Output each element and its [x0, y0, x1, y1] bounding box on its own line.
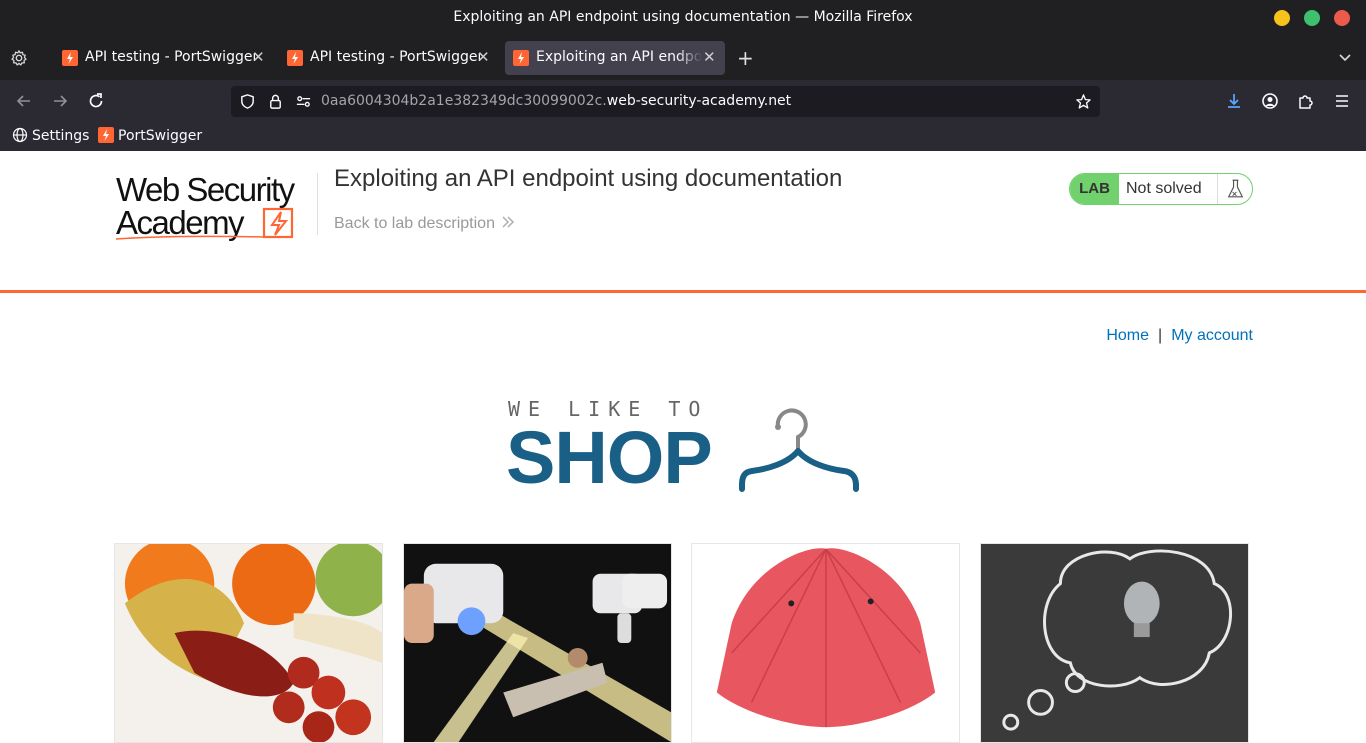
lab-badge: LAB: [1070, 174, 1119, 204]
downloads-icon[interactable]: [1224, 91, 1244, 111]
product-photo: [404, 544, 671, 742]
tab-bar: API testing - PortSwigger ✕ API testing …: [0, 36, 1366, 80]
bookmark-star-icon[interactable]: [1075, 93, 1092, 110]
url-text[interactable]: 0aa6004304b2a1e382349dc30099002c.web-sec…: [321, 93, 791, 109]
bookmark-label: Settings: [32, 128, 90, 144]
lab-title: Exploiting an API endpoint using documen…: [334, 165, 843, 192]
menu-icon[interactable]: [1332, 91, 1352, 111]
product-grid: [114, 543, 1254, 743]
close-tab-icon[interactable]: ✕: [252, 48, 265, 66]
tab-label: API testing - PortSwigger: [85, 49, 255, 65]
close-tab-icon[interactable]: ✕: [703, 48, 716, 66]
forward-arrow-icon[interactable]: [50, 91, 70, 111]
account-icon[interactable]: [1260, 91, 1280, 111]
portswigger-favicon-icon: [62, 50, 78, 66]
nav-separator: |: [1158, 327, 1163, 344]
tab-label: Exploiting an API endpoint using documen…: [536, 49, 702, 65]
url-domain: web-security-academy.net: [606, 93, 792, 109]
bookmarks-toolbar: Settings PortSwigger: [0, 122, 1366, 151]
permissions-icon[interactable]: [295, 93, 312, 110]
home-link[interactable]: Home: [1106, 327, 1149, 344]
product-photo: [981, 544, 1248, 742]
window-title: Exploiting an API endpoint using documen…: [453, 9, 913, 25]
url-prefix: 0aa6004304b2a1e382349dc30099002c.: [321, 93, 607, 109]
chevron-down-icon[interactable]: [1337, 49, 1353, 65]
product-photo: [692, 544, 959, 742]
my-account-link[interactable]: My account: [1171, 327, 1253, 344]
window-titlebar: Exploiting an API endpoint using documen…: [0, 0, 1366, 36]
lock-icon[interactable]: [267, 93, 284, 110]
reload-icon[interactable]: [86, 91, 106, 111]
tab-exploiting-api[interactable]: Exploiting an API endpoint using documen…: [505, 41, 725, 75]
navigation-toolbar: 0aa6004304b2a1e382349dc30099002c.web-sec…: [0, 80, 1366, 122]
banner-shop-text: SHOP: [506, 416, 713, 499]
portswigger-favicon-icon: [513, 50, 529, 66]
portswigger-favicon-icon: [287, 50, 303, 66]
bookmark-portswigger[interactable]: PortSwigger: [98, 127, 202, 144]
globe-icon: [12, 127, 28, 143]
minimize-button[interactable]: [1274, 10, 1290, 26]
portswigger-favicon-icon: [98, 127, 114, 143]
web-security-academy-logo[interactable]: Web Security Academy: [114, 169, 314, 244]
back-arrow-icon[interactable]: [14, 91, 34, 111]
new-tab-plus-icon[interactable]: +: [737, 46, 754, 70]
extensions-icon[interactable]: [1296, 91, 1316, 111]
gear-icon[interactable]: [10, 49, 28, 67]
account-navigation: Home | My account: [1106, 327, 1253, 345]
product-image-umbrella[interactable]: [691, 543, 960, 743]
tab-label: API testing - PortSwigger: [310, 49, 480, 65]
svg-text:Academy: Academy: [116, 204, 245, 241]
lab-header: Web Security Academy Exploiting an API e…: [0, 151, 1366, 293]
back-link-label: Back to lab description: [334, 215, 495, 232]
lab-status-widget: LAB Not solved: [1069, 173, 1253, 205]
product-image-laser-tag[interactable]: [403, 543, 672, 743]
product-photo: [115, 544, 382, 742]
double-chevron-right-icon: [502, 216, 514, 228]
url-bar[interactable]: 0aa6004304b2a1e382349dc30099002c.web-sec…: [231, 86, 1100, 117]
shield-icon[interactable]: [239, 93, 256, 110]
web-page: Web Security Academy Exploiting an API e…: [0, 151, 1366, 743]
maximize-button[interactable]: [1304, 10, 1320, 26]
svg-text:Web Security: Web Security: [116, 171, 296, 208]
bookmark-label: PortSwigger: [118, 128, 203, 144]
bookmark-settings[interactable]: Settings: [12, 127, 89, 144]
product-image-banana-sausage[interactable]: [114, 543, 383, 743]
shop-banner: WE LIKE TO SHOP: [506, 395, 862, 499]
tab-api-testing-1[interactable]: API testing - PortSwigger ✕: [54, 41, 272, 75]
close-tab-icon[interactable]: ✕: [477, 48, 490, 66]
product-image-lightbulb[interactable]: [980, 543, 1249, 743]
lab-status-text: Not solved: [1126, 180, 1202, 197]
close-window-button[interactable]: [1334, 10, 1350, 26]
clothes-hanger-icon: [739, 408, 859, 492]
back-to-lab-description-link[interactable]: Back to lab description: [334, 215, 515, 233]
flask-icon: [1217, 174, 1244, 204]
logo-divider: [317, 173, 318, 235]
tab-api-testing-2[interactable]: API testing - PortSwigger ✕: [279, 41, 497, 75]
